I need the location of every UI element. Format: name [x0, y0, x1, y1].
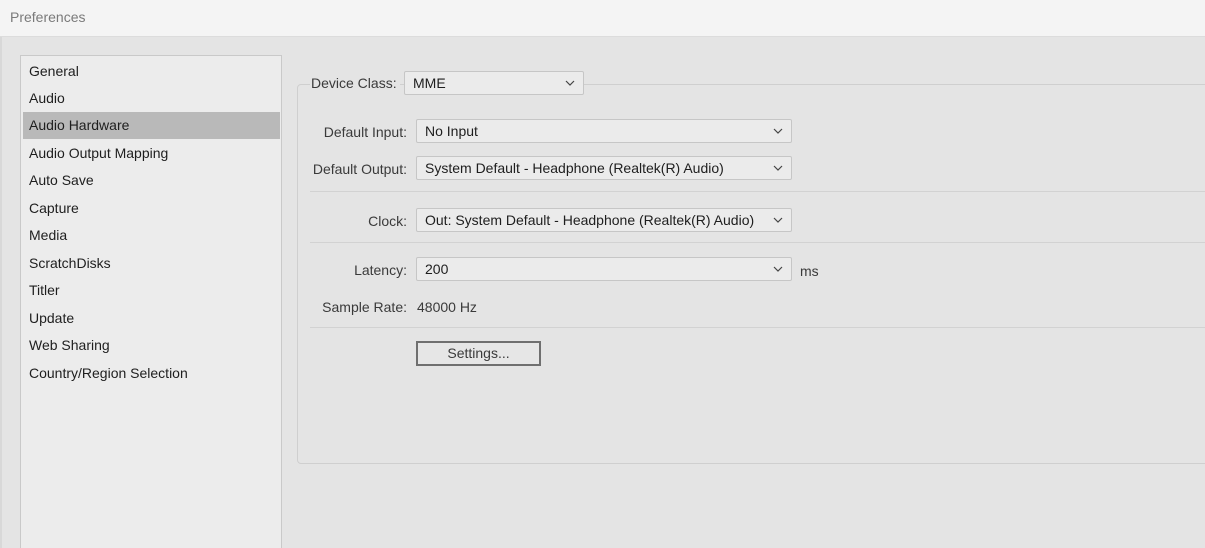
sidebar-item-general[interactable]: General: [23, 58, 280, 85]
window-edge: [0, 37, 2, 548]
chevron-down-icon: [565, 80, 575, 86]
divider: [310, 327, 1205, 328]
clock-dropdown[interactable]: Out: System Default - Headphone (Realtek…: [416, 208, 792, 232]
sidebar-item-update[interactable]: Update: [23, 305, 280, 332]
divider: [310, 242, 1205, 243]
sidebar-item-audio-output-mapping[interactable]: Audio Output Mapping: [23, 140, 280, 167]
sidebar-item-audio[interactable]: Audio: [23, 85, 280, 112]
default-output-dropdown[interactable]: System Default - Headphone (Realtek(R) A…: [416, 156, 792, 180]
sidebar-item-capture[interactable]: Capture: [23, 195, 280, 222]
sidebar-item-titler[interactable]: Titler: [23, 277, 280, 304]
sample-rate-label: Sample Rate:: [322, 299, 407, 315]
device-class-dropdown[interactable]: MME: [404, 71, 584, 95]
device-class-label: Device Class:: [310, 75, 400, 91]
sidebar-item-media[interactable]: Media: [23, 222, 280, 249]
default-input-dropdown[interactable]: No Input: [416, 119, 792, 143]
preferences-window: Preferences General Audio Audio Hardware…: [0, 0, 1205, 548]
default-output-value: System Default - Headphone (Realtek(R) A…: [425, 160, 724, 176]
latency-dropdown[interactable]: 200: [416, 257, 792, 281]
default-input-value: No Input: [425, 123, 478, 139]
latency-value: 200: [425, 261, 449, 277]
sample-rate-value: 48000 Hz: [417, 299, 477, 315]
latency-unit: ms: [800, 263, 819, 279]
sidebar-item-web-sharing[interactable]: Web Sharing: [23, 332, 280, 359]
clock-value: Out: System Default - Headphone (Realtek…: [425, 212, 755, 228]
window-title: Preferences: [10, 9, 86, 25]
settings-button[interactable]: Settings...: [416, 341, 541, 366]
device-class-value: MME: [413, 75, 446, 91]
sidebar-item-country-region-selection[interactable]: Country/Region Selection: [23, 360, 280, 387]
default-output-label: Default Output:: [312, 161, 407, 177]
preferences-sidebar: General Audio Audio Hardware Audio Outpu…: [20, 55, 282, 548]
sidebar-item-audio-hardware[interactable]: Audio Hardware: [23, 112, 280, 139]
chevron-down-icon: [773, 266, 783, 272]
divider: [310, 191, 1205, 192]
title-bar: Preferences: [0, 0, 1205, 37]
chevron-down-icon: [773, 217, 783, 223]
clock-label: Clock:: [368, 213, 407, 229]
chevron-down-icon: [773, 165, 783, 171]
sidebar-item-scratchdisks[interactable]: ScratchDisks: [23, 250, 280, 277]
default-input-label: Default Input:: [323, 124, 407, 140]
sidebar-item-auto-save[interactable]: Auto Save: [23, 167, 280, 194]
latency-label: Latency:: [354, 262, 407, 278]
chevron-down-icon: [773, 128, 783, 134]
